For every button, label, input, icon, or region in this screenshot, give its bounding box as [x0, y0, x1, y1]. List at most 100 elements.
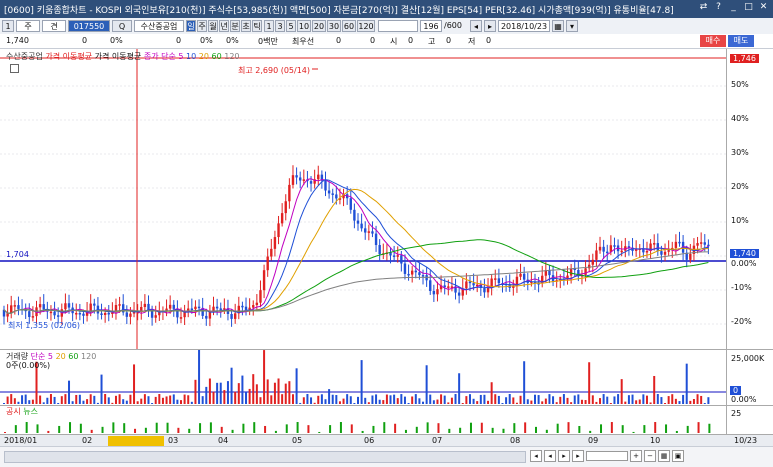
volume-bar	[667, 396, 670, 404]
help-icon[interactable]: ?	[713, 2, 724, 13]
volume-bar	[313, 402, 316, 404]
minute-60-button[interactable]: 60	[342, 20, 356, 32]
candle-body	[360, 223, 363, 229]
volume-bar	[107, 397, 110, 404]
vol-ma20: 20	[55, 352, 66, 361]
volume-bar	[700, 395, 703, 404]
scroll-next-icon[interactable]: ▸	[558, 450, 570, 462]
volume-bar	[627, 395, 630, 404]
ask2-value: 0	[370, 36, 376, 45]
zoom-slider[interactable]	[586, 451, 628, 461]
volume-bar	[418, 398, 421, 404]
candle-body	[678, 241, 681, 244]
minute-5-button[interactable]: 5	[286, 20, 296, 32]
minute-3-button[interactable]: 3	[275, 20, 285, 32]
data-count-input[interactable]: 196	[420, 20, 442, 32]
candle-body	[78, 312, 82, 315]
minute-20-button[interactable]: 20	[312, 20, 326, 32]
minute-1-button[interactable]: 1	[264, 20, 274, 32]
stock-name-field[interactable]: 수산중공업	[134, 20, 184, 32]
volume-chart	[0, 343, 726, 404]
news-bar	[361, 430, 364, 433]
minute-10-button[interactable]: 10	[297, 20, 311, 32]
news-bar	[535, 426, 537, 433]
calendar-icon[interactable]: ▦	[552, 20, 564, 32]
volume-bar	[190, 401, 193, 404]
news-bar	[155, 422, 158, 433]
scroll-prev-icon[interactable]: ◂	[544, 450, 556, 462]
period-tick-button[interactable]: 틱	[252, 20, 262, 32]
period-minute-button[interactable]: 분	[230, 20, 240, 32]
volume-pane[interactable]	[0, 343, 726, 406]
volume-bar	[295, 368, 298, 404]
stock-code-input[interactable]: 017550	[68, 20, 110, 32]
grid-icon[interactable]: ▦	[658, 450, 670, 462]
volume-bar	[212, 391, 215, 404]
news-pane[interactable]	[0, 405, 726, 435]
zoom-in-icon[interactable]: +	[630, 450, 642, 462]
volume-bar	[68, 380, 71, 404]
high-label: 고	[428, 37, 436, 46]
period-week-button[interactable]: 주	[197, 20, 207, 32]
news-bar	[285, 424, 288, 433]
news-bar	[480, 422, 483, 433]
candle-body	[49, 311, 53, 314]
volume-bar	[111, 402, 114, 404]
candle-body	[663, 251, 667, 255]
close-icon[interactable]: ✕	[758, 2, 769, 13]
volume-bar	[378, 399, 381, 404]
period-value-select[interactable]: 견	[42, 20, 66, 32]
news-bar	[188, 428, 191, 433]
candle-body	[595, 250, 598, 260]
period-unit-select[interactable]: 주	[16, 20, 40, 32]
candle-body	[367, 231, 371, 233]
volume-bar	[400, 394, 403, 404]
period-second-button[interactable]: 초	[241, 20, 251, 32]
news-bar	[90, 429, 93, 433]
maximize-icon[interactable]: □	[743, 2, 754, 13]
news-bar	[567, 422, 570, 433]
news-bar	[123, 423, 126, 433]
date-input[interactable]: 2018/10/23	[498, 20, 550, 32]
scroll-first-icon[interactable]: ◂	[530, 450, 542, 462]
volume-bar	[490, 382, 493, 404]
date-label-05: 05	[292, 436, 303, 445]
volume-bar	[411, 396, 414, 404]
amount-value: 0백만	[258, 37, 278, 46]
prev-data-button[interactable]: ◂	[470, 20, 482, 32]
price-pane[interactable]	[0, 49, 726, 349]
candle-body	[324, 180, 327, 191]
volume-bar	[183, 394, 186, 404]
sell-button[interactable]: 매도	[728, 35, 754, 47]
fit-icon[interactable]: ▣	[672, 450, 684, 462]
zoom-out-icon[interactable]: −	[644, 450, 656, 462]
search-icon[interactable]: Q	[112, 20, 132, 32]
volume-bar	[523, 361, 526, 404]
news-y-tick: 25	[731, 409, 742, 418]
period-year-button[interactable]: 년	[219, 20, 229, 32]
chart-settings-icon[interactable]	[10, 64, 19, 73]
buy-button[interactable]: 매수	[700, 35, 726, 47]
next-data-button[interactable]: ▸	[484, 20, 496, 32]
volume-bar	[613, 396, 616, 404]
minimize-icon[interactable]: _	[728, 2, 739, 13]
period-day-button[interactable]: 일	[186, 20, 196, 32]
candle-body	[187, 308, 190, 311]
scroll-last-icon[interactable]: ▸	[572, 450, 584, 462]
toggle-icon[interactable]: ▾	[566, 20, 578, 32]
link-icon[interactable]: ⇄	[698, 2, 709, 13]
volume-bar	[129, 394, 132, 404]
volume-bar	[324, 399, 327, 404]
menu-button[interactable]: 1	[2, 20, 14, 32]
period-month-button[interactable]: 월	[208, 20, 218, 32]
y-tick-40: 40%	[731, 114, 749, 123]
horizontal-scrollbar[interactable]	[4, 451, 526, 463]
low-annotation: 최저 1,355 (02/06)	[8, 321, 81, 330]
custom-period-input[interactable]	[378, 20, 418, 32]
minute-120-button[interactable]: 120	[357, 20, 375, 32]
candle-body	[93, 303, 96, 306]
candle-body	[403, 263, 407, 274]
minute-30-button[interactable]: 30	[327, 20, 341, 32]
news-bar	[675, 430, 678, 433]
news-bar	[144, 427, 147, 433]
